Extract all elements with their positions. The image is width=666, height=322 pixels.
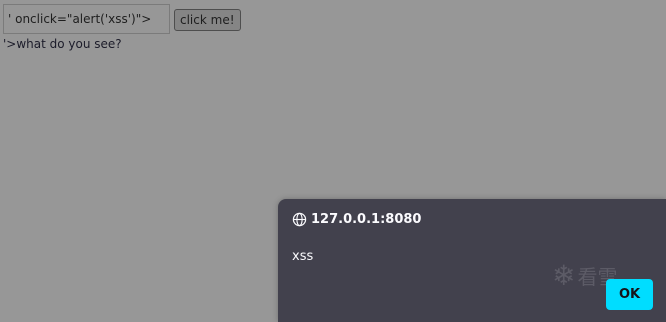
reflected-output-text: '>what do you see? <box>3 37 122 51</box>
snowflake-icon: ❄ <box>552 258 576 292</box>
alert-dialog: 127.0.0.1:8080 xss ❄ 看雪 OK <box>278 199 666 322</box>
text-input[interactable] <box>3 4 170 34</box>
globe-icon <box>292 212 307 227</box>
ok-button[interactable]: OK <box>606 279 653 310</box>
click-me-button[interactable]: click me! <box>174 9 241 31</box>
page: click me! '>what do you see? 127.0.0.1:8… <box>0 0 666 322</box>
dialog-message: xss <box>292 249 314 264</box>
dialog-origin: 127.0.0.1:8080 <box>292 212 421 227</box>
dialog-origin-label: 127.0.0.1:8080 <box>311 212 422 227</box>
